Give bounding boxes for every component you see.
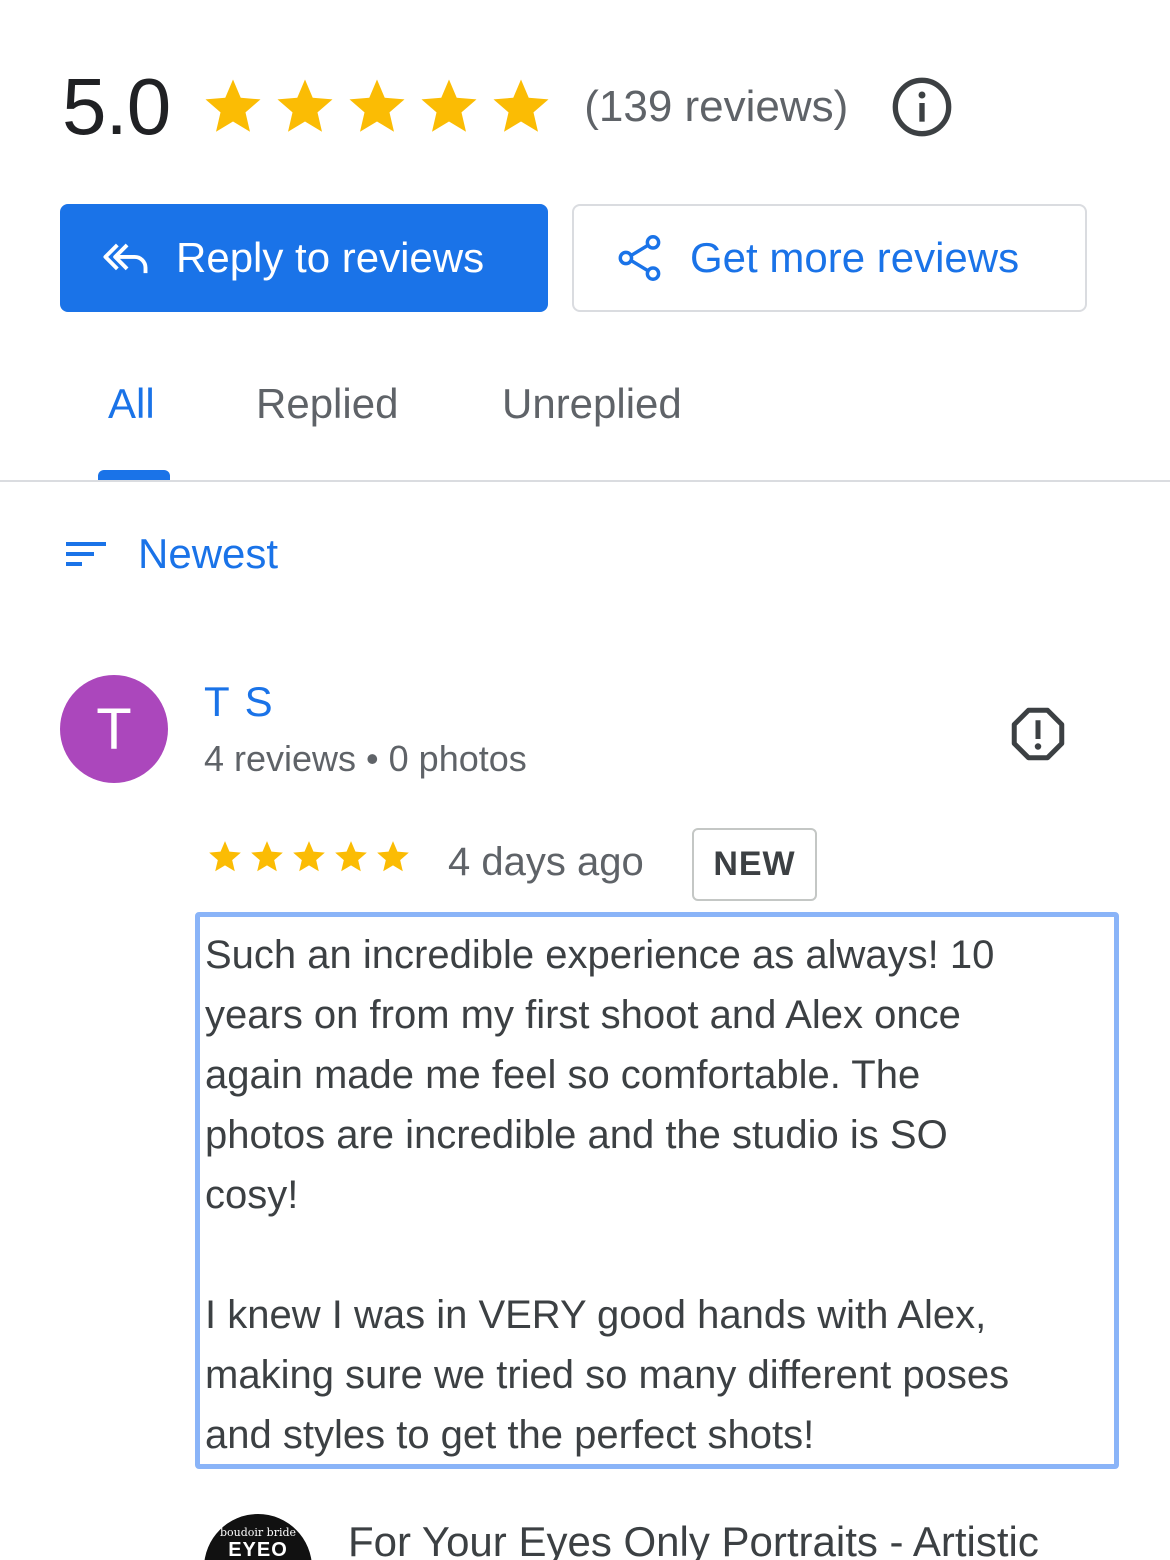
share-icon: [618, 235, 661, 281]
reply-to-reviews-button[interactable]: Reply to reviews: [60, 204, 548, 312]
rating-stars: [200, 74, 554, 140]
reply-to-reviews-label: Reply to reviews: [176, 234, 485, 281]
star-icon: [293, 841, 325, 872]
owner-logo-subtitle: boudoir bride: [219, 1526, 297, 1539]
info-icon[interactable]: [890, 75, 954, 139]
owner-logo-text: EYEO: [228, 1539, 288, 1560]
review-count: (139 reviews): [584, 82, 849, 131]
star-icon: [335, 841, 367, 872]
tab-unreplied[interactable]: Unreplied: [502, 380, 682, 428]
reviewer-meta: 4 reviews • 0 photos: [204, 738, 527, 779]
review-date: 4 days ago: [448, 840, 644, 884]
new-badge: NEW: [692, 828, 817, 901]
star-icon: [251, 841, 283, 872]
review-stars: [206, 838, 412, 876]
average-rating: 5.0: [62, 62, 171, 151]
star-icon: [349, 79, 405, 132]
avatar[interactable]: T: [60, 675, 168, 783]
star-icon: [421, 79, 477, 132]
star-icon: [205, 79, 261, 132]
get-more-reviews-button[interactable]: Get more reviews: [572, 204, 1087, 312]
sort-icon: [66, 542, 106, 566]
active-tab-indicator: [98, 470, 170, 480]
reply-all-icon: [103, 243, 148, 274]
reviews-page: 5.0 (139 reviews) Reply to reviews Get m…: [0, 0, 1170, 1560]
report-icon[interactable]: [1008, 704, 1068, 764]
owner-logo: boudoir bride EYEO: [204, 1514, 312, 1560]
tabs-divider: [0, 480, 1170, 482]
owner-name: For Your Eyes Only Portraits - Artistic: [348, 1518, 1039, 1560]
tab-replied[interactable]: Replied: [256, 380, 398, 428]
sort-label: Newest: [138, 530, 279, 577]
get-more-reviews-label: Get more reviews: [690, 234, 1020, 281]
rating-summary: 5.0 (139 reviews): [62, 62, 954, 152]
review-text-box[interactable]: Such an incredible experience as always!…: [195, 912, 1119, 1469]
star-icon: [209, 841, 241, 872]
star-icon: [377, 841, 409, 872]
sort-button[interactable]: Newest: [62, 530, 278, 578]
star-icon: [493, 79, 549, 132]
reviewer-name[interactable]: T S: [204, 678, 275, 726]
tab-all[interactable]: All: [108, 380, 155, 428]
star-icon: [277, 79, 333, 132]
review-text: Such an incredible experience as always!…: [205, 933, 1010, 1457]
